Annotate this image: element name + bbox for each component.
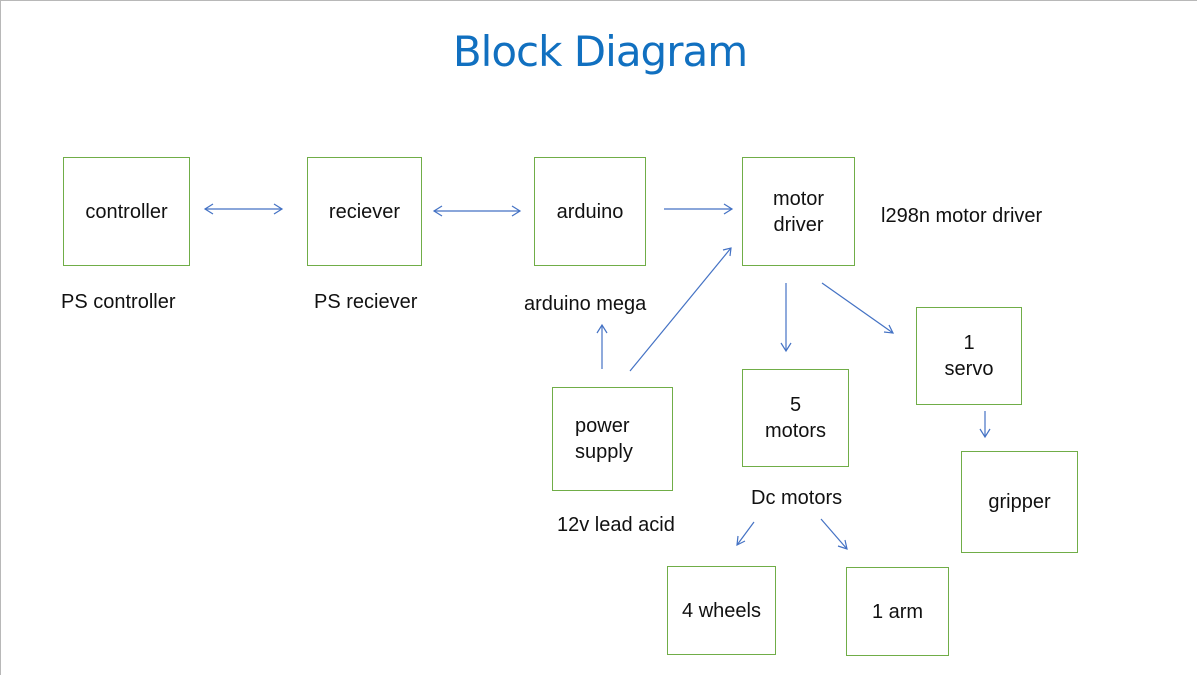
motor-driver-line1: motor [772, 187, 825, 210]
arrow-power-arduino [596, 323, 608, 369]
gripper-block-text: gripper [988, 491, 1051, 513]
wheels-block-text: 4 wheels [682, 599, 761, 622]
arduino-block-text: arduino [556, 200, 624, 223]
gripper-block: gripper [961, 451, 1078, 553]
motors-block: 5 motors [742, 369, 849, 467]
arrow-motor-driver-motors [780, 283, 792, 353]
arrow-arduino-motor-driver [664, 203, 734, 215]
power-supply-label: 12v lead acid [557, 514, 675, 536]
servo-line2: servo [944, 358, 994, 380]
arm-block-text: 1 arm [871, 600, 924, 623]
controller-label: PS controller [61, 291, 176, 313]
servo-line1: 1 [963, 332, 975, 354]
power-supply-line1: power [575, 415, 630, 437]
arrow-motors-arm [820, 518, 848, 550]
arrow-controller-receiver [203, 203, 284, 215]
arduino-block: arduino [534, 157, 646, 266]
arduino-label: arduino mega [524, 293, 647, 315]
power-supply-line2: supply [575, 441, 633, 463]
motors-label: Dc motors [751, 487, 843, 509]
power-supply-block: power supply [552, 387, 673, 491]
controller-block: controller [63, 157, 190, 266]
arm-block: 1 arm [846, 567, 949, 656]
arrow-servo-gripper [979, 411, 991, 439]
receiver-block: reciever [307, 157, 422, 266]
motors-line2: motors [764, 420, 827, 442]
receiver-label: PS reciever [314, 291, 418, 313]
slide: Block Diagram controller PS controller r… [0, 0, 1197, 675]
wheels-block: 4 wheels [667, 566, 776, 655]
receiver-block-text: reciever [328, 200, 401, 223]
servo-block: 1 servo [916, 307, 1022, 405]
arrow-motor-driver-servo [821, 282, 895, 334]
motor-driver-line2: driver [773, 213, 824, 236]
arrow-receiver-arduino [432, 205, 522, 217]
controller-block-text: controller [85, 200, 168, 223]
motors-line1: 5 [789, 394, 802, 416]
motor-driver-block: motor driver [742, 157, 855, 266]
motor-driver-label: l298n motor driver [881, 205, 1043, 227]
arrow-motors-wheels [736, 521, 755, 547]
